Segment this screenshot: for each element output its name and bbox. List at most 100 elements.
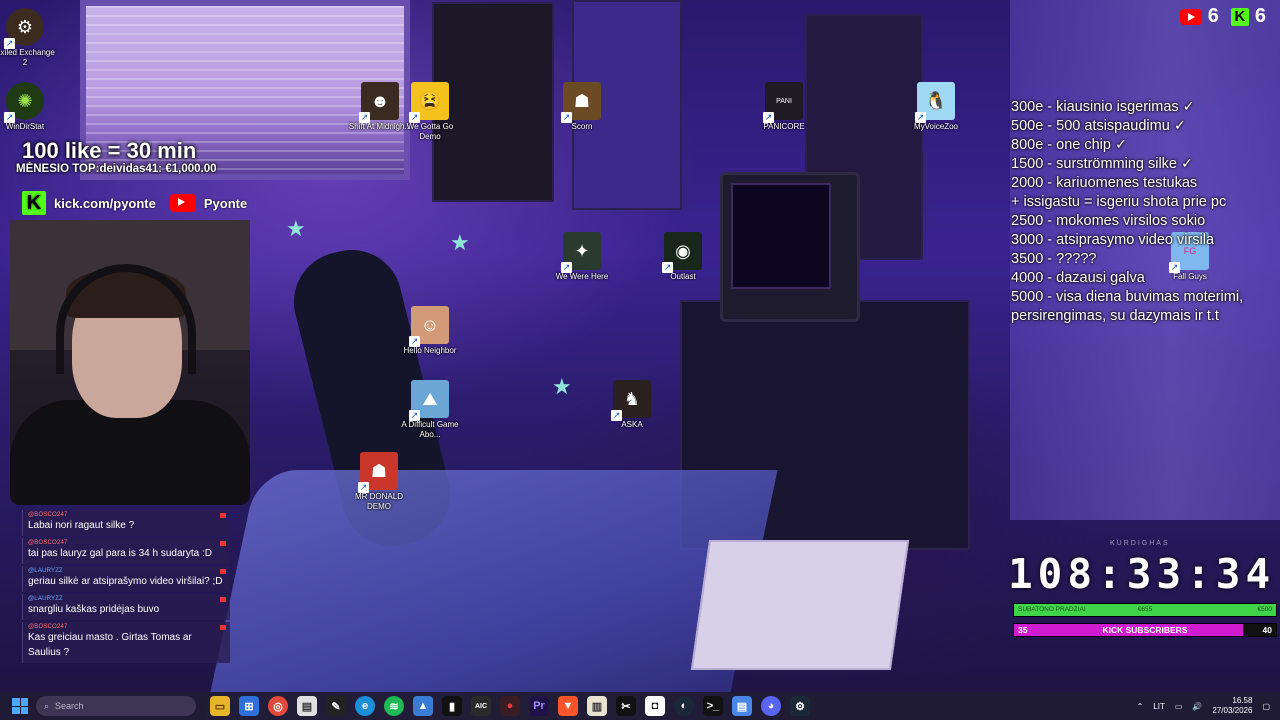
clock-date: 27/03/2026 (1212, 706, 1253, 715)
kick-link[interactable]: kick.com/pyonte (54, 196, 156, 211)
goal-item: 500e - 500 atsispaudimu ✓ (1011, 118, 1186, 134)
obs-icon[interactable]: AIC (471, 696, 491, 716)
youtube-channel[interactable]: Pyonte (204, 196, 247, 211)
youtube-logo-icon (169, 194, 196, 212)
goal-item: 300e - kiausinio isgerimas ✓ (1011, 99, 1195, 115)
desktop-icon-scorn[interactable]: ☗ Scorn (550, 82, 614, 132)
camera-icon[interactable]: ◘ (645, 696, 665, 716)
premiere-icon[interactable]: Pr (529, 696, 549, 716)
subathon-timer: 108:33:34 (1008, 550, 1276, 598)
file-explorer-icon[interactable]: ▭ (210, 696, 230, 716)
flag-icon (220, 513, 226, 518)
system-tray: ⌃ LIT ▭ 🔊 16.58 27/03/2026 ▢ (1137, 696, 1280, 716)
chat-message: @BOSCO247 Labai nori ragaut silke ? (22, 510, 230, 536)
windirstat-icon: ✺ (4, 82, 44, 123)
desktop-icon-label: PANICORE (763, 122, 805, 131)
windows-start-button[interactable] (12, 698, 28, 714)
kick-logo-icon: K (22, 191, 46, 215)
desktop-icon-hello-neighbor[interactable]: ☺ Hello Neighbor (398, 306, 462, 356)
pen-icon[interactable]: ✎ (326, 696, 346, 716)
desktop-icon-panicore[interactable]: PANI PANICORE (752, 82, 816, 132)
donation-goals-list: 300e - kiausinio isgerimas ✓ 500e - 500 … (1011, 98, 1279, 326)
chat-text: snargliu kaškas pridėjas buvo (28, 604, 160, 615)
doc-icon[interactable]: ▤ (732, 696, 752, 716)
desktop-icon-windirstat[interactable]: ✺ WinDirStat (0, 82, 57, 132)
kick-counter: K 6 (1230, 5, 1266, 28)
myvoicezoo-icon: 🐧 (915, 82, 955, 123)
record-icon[interactable]: ● (500, 696, 520, 716)
steam-icon[interactable]: ◐ (674, 696, 694, 716)
chevron-up-icon[interactable]: ⌃ (1137, 702, 1144, 711)
kick-subs-label: KICK SUBSCRIBERS (1102, 625, 1188, 635)
shift-at-midnight-icon: ☻ (359, 82, 399, 123)
taskbar-apps: ▭ ⊞ ◎ ▤ ✎ e ≋ ▲ ▮ AIC ● Pr ▼ ▥ ✂ ◘ ◐ >_ … (210, 696, 810, 716)
taskbar: ⌕ Search ▭ ⊞ ◎ ▤ ✎ e ≋ ▲ ▮ AIC ● Pr ▼ ▥ … (0, 692, 1280, 720)
chat-text: geriau silkė ar atsiprašymo video viršil… (28, 576, 223, 587)
discord-icon[interactable]: ◕ (761, 696, 781, 716)
subathon-bar-amount: €655 (1137, 606, 1153, 613)
goal-item: 5000 - visa diena buvimas moterimi, pers… (1011, 289, 1244, 324)
desktop-icon-we-were-here[interactable]: ✦ We Were Here (550, 232, 614, 282)
taskbar-search[interactable]: ⌕ Search (36, 696, 196, 716)
goal-item: 2500 - mokomes virsilos sokio (1011, 213, 1206, 229)
timer-brand: KURDIGHAS (1110, 540, 1170, 547)
desktop-icon-difficult-game[interactable]: ⛰ A Difficult Game Abo... (398, 380, 462, 440)
desktop-icon-aska[interactable]: ♞ ASKA (600, 380, 664, 430)
search-icon: ⌕ (44, 700, 50, 711)
youtube-counter: 6 (1179, 5, 1219, 28)
capcut-icon[interactable]: ✂ (616, 696, 636, 716)
brave-icon[interactable]: ▼ (558, 696, 578, 716)
desktop-icon-label: A Difficult Game Abo... (401, 420, 459, 439)
kick-icon: K (1230, 7, 1249, 26)
volume-icon[interactable]: 🔊 (1192, 702, 1202, 711)
we-gotta-go-icon: 😫 (409, 82, 449, 123)
flag-icon (220, 625, 226, 630)
star-decoration: ★ (450, 230, 470, 255)
chrome-icon[interactable]: ◎ (268, 696, 288, 716)
desktop-icon-mr-donald[interactable]: ☗ MR DONALD DEMO (347, 452, 411, 512)
desktop-icon-label: Exiled Exchange 2 (0, 48, 55, 67)
star-decoration: ★ (286, 216, 306, 241)
chat-text: Labai nori ragaut silke ? (28, 520, 135, 531)
terminal-icon[interactable]: ▮ (442, 696, 462, 716)
store-icon[interactable]: ⊞ (239, 696, 259, 716)
desktop-icon-label: ASKA (621, 420, 643, 429)
desktop-icon-label: Scorn (571, 122, 593, 131)
goal-item: 800e - one chip ✓ (1011, 137, 1128, 153)
notepad-icon[interactable]: ▤ (297, 696, 317, 716)
chat-message: @BOSCO247 Kas greiciau masto . Girtas To… (22, 622, 230, 663)
desktop-icon-label: We Gotta Go Demo (406, 122, 454, 141)
flag-icon (220, 541, 226, 546)
edge-icon[interactable]: e (355, 696, 375, 716)
desktop-icon-label: WinDirStat (5, 122, 45, 131)
desktop-icon-label: MR DONALD DEMO (354, 492, 403, 511)
language-indicator[interactable]: LIT (1153, 702, 1165, 711)
photos-icon[interactable]: ▲ (413, 696, 433, 716)
subathon-progress-bar: SUBATONO PRADZIAI €655 €500 (1013, 603, 1277, 617)
notes-icon[interactable]: ▥ (587, 696, 607, 716)
desktop-icon-label: We Were Here (555, 272, 609, 281)
steam-app-icon[interactable]: ⚙ (790, 696, 810, 716)
star-decoration: ★ (552, 374, 572, 399)
chat-message: @BOSCO247 tai pas lauryz gal para is 34 … (22, 538, 230, 564)
desktop-icon-exiled-exchange[interactable]: ⚙ Exiled Exchange 2 (0, 8, 57, 68)
desktop-icon-outlast[interactable]: ◉ Outlast (651, 232, 715, 282)
bed (202, 470, 778, 720)
taskbar-clock[interactable]: 16.58 27/03/2026 (1212, 696, 1252, 716)
goal-item: 3500 - ????? (1011, 251, 1097, 267)
flag-icon (220, 597, 226, 602)
spotify-icon[interactable]: ≋ (384, 696, 404, 716)
like-goal-headline: 100 like = 30 min (22, 138, 197, 163)
notification-icon[interactable]: ▢ (1262, 702, 1270, 711)
social-links: K kick.com/pyonte Pyonte (10, 184, 250, 222)
aska-icon: ♞ (611, 380, 651, 421)
chat-message: @LAURYZZ geriau silkė ar atsiprašymo vid… (22, 566, 230, 592)
crt-tv (720, 172, 860, 322)
desktop-icon-myvoicezoo[interactable]: 🐧 MyVoiceZoo (904, 82, 968, 132)
follower-counters: 6 K 6 (1179, 5, 1266, 28)
panicore-icon: PANI (763, 82, 803, 123)
desktop-icon-we-gotta-go[interactable]: 😫 We Gotta Go Demo (398, 82, 462, 142)
kick-count: 6 (1254, 5, 1266, 27)
cmd-icon[interactable]: >_ (703, 696, 723, 716)
network-icon[interactable]: ▭ (1175, 702, 1183, 711)
